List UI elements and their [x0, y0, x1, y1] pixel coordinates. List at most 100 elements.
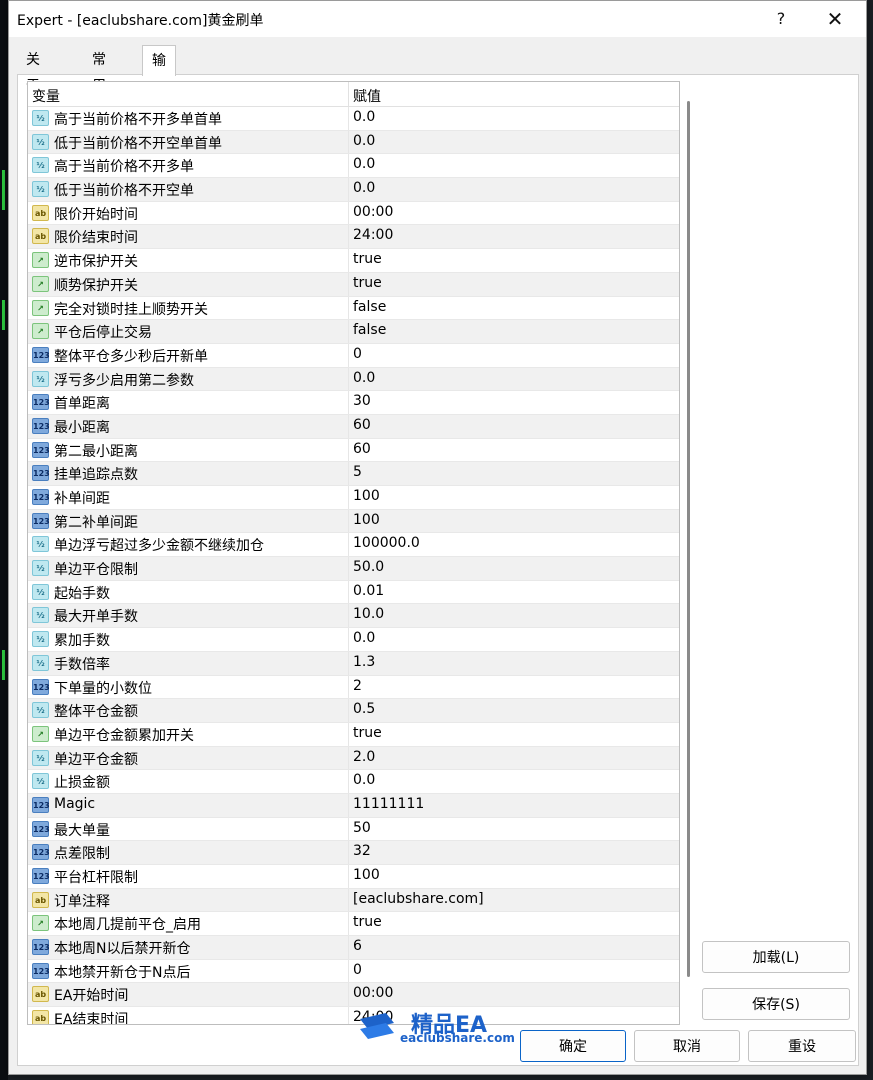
parameter-value[interactable]: 100	[353, 867, 380, 883]
parameter-value[interactable]: 2.0	[353, 749, 375, 765]
table-row[interactable]: ½ 单边平仓金额 2.0	[28, 746, 679, 771]
table-row[interactable]: ½ 整体平仓金额 0.5	[28, 699, 679, 723]
parameter-value[interactable]: 50.0	[353, 559, 384, 575]
table-row[interactable]: ↗ 顺势保护开关 true	[28, 272, 679, 297]
table-row[interactable]: ½ 浮亏多少启用第二参数 0.0	[28, 367, 679, 392]
parameter-value[interactable]: 100	[353, 512, 380, 528]
parameter-value[interactable]: 0.0	[353, 180, 375, 196]
tab-about[interactable]: 关于	[17, 47, 49, 94]
close-button[interactable]: ✕	[815, 5, 855, 33]
table-row[interactable]: 123 整体平仓多少秒后开新单 0	[28, 343, 679, 368]
parameter-value[interactable]: 6	[353, 938, 362, 954]
parameter-value[interactable]: 11111111	[353, 796, 424, 812]
header-variable[interactable]: 变量	[32, 86, 60, 106]
parameter-value[interactable]: 50	[353, 820, 371, 836]
parameter-value[interactable]: 0.0	[353, 109, 375, 125]
table-row[interactable]: ↗ 完全对锁时挂上顺势开关 false	[28, 296, 679, 321]
table-row[interactable]: abEA结束时间24:00	[28, 1007, 679, 1024]
header-value[interactable]: 赋值	[353, 86, 381, 106]
parameter-value[interactable]: 0.0	[353, 133, 375, 149]
parameter-value[interactable]: 0	[353, 962, 362, 978]
table-row[interactable]: ↗ 单边平仓金额累加开关 true	[28, 722, 679, 747]
table-row[interactable]: ½ 单边浮亏超过多少金额不继续加仓 100000.0	[28, 533, 679, 558]
table-row[interactable]: ↗ 本地周几提前平仓_启用 true	[28, 912, 679, 937]
table-row[interactable]: 123 挂单追踪点数 5	[28, 462, 679, 486]
parameter-value[interactable]: 100000.0	[353, 535, 420, 551]
type-double-icon: ½	[32, 133, 49, 150]
parameter-value[interactable]: true	[353, 251, 382, 267]
table-row[interactable]: 123 平台杠杆限制 100	[28, 865, 679, 889]
parameter-value[interactable]: 24:00	[353, 227, 393, 243]
parameter-value[interactable]: 00:00	[353, 985, 393, 1001]
type-double-icon: ½	[32, 181, 49, 198]
load-button[interactable]: 加载(L)	[702, 941, 850, 973]
table-row[interactable]: ½ 起始手数 0.01	[28, 580, 679, 605]
save-button[interactable]: 保存(S)	[702, 988, 850, 1020]
parameter-value[interactable]: 0.5	[353, 701, 375, 717]
cancel-button[interactable]: 取消	[634, 1030, 740, 1062]
vertical-scrollbar[interactable]	[687, 101, 690, 977]
parameter-value[interactable]: true	[353, 275, 382, 291]
parameter-value[interactable]: true	[353, 914, 382, 930]
table-row[interactable]: 123 首单距离 30	[28, 391, 679, 415]
cell-divider	[348, 107, 349, 130]
table-row[interactable]: ½ 低于当前价格不开空单首单 0.0	[28, 130, 679, 155]
help-button[interactable]: ?	[761, 5, 801, 33]
cell-divider	[348, 533, 349, 557]
parameter-name: 累加手数	[54, 633, 110, 650]
table-row[interactable]: ½ 最大开单手数 10.0	[28, 604, 679, 629]
parameter-value[interactable]: 32	[353, 843, 371, 859]
table-row[interactable]: 123 第二补单间距 100	[28, 509, 679, 534]
table-row[interactable]: 123 第二最小距离 60	[28, 438, 679, 463]
parameter-value[interactable]: 1.3	[353, 654, 375, 670]
table-row[interactable]: 123 最大单量 50	[28, 817, 679, 842]
parameter-value[interactable]: 2	[353, 678, 362, 694]
parameter-value[interactable]: [eaclubshare.com]	[353, 891, 484, 907]
parameter-value[interactable]: 5	[353, 464, 362, 480]
table-row[interactable]: ½ 累加手数 0.0	[28, 628, 679, 652]
parameter-value[interactable]: 10.0	[353, 606, 384, 622]
table-row[interactable]: 123 下单量的小数位 2	[28, 675, 679, 700]
table-row[interactable]: ½ 高于当前价格不开多单 0.0	[28, 154, 679, 179]
table-row[interactable]: 123 最小距离 60	[28, 414, 679, 439]
parameter-value[interactable]: false	[353, 322, 386, 338]
table-row[interactable]: ab 限价开始时间 00:00	[28, 201, 679, 226]
parameters-table: 变量 赋值 ½ 高于当前价格不开多单首单 0.0 ½ 低于当前价格不开空单首单 0.0 ½ 高…	[27, 81, 680, 1025]
table-row[interactable]: ab EA开始时间 00:00	[28, 983, 679, 1008]
table-row[interactable]: 123 补单间距 100	[28, 486, 679, 510]
cell-divider	[348, 225, 349, 249]
reset-button[interactable]: 重设	[748, 1030, 856, 1062]
table-row[interactable]: 123 本地周N以后禁开新仓 6	[28, 936, 679, 960]
table-row[interactable]: ab 限价结束时间 24:00	[28, 225, 679, 250]
table-row[interactable]: 123 本地禁开新仓于N点后 0	[28, 959, 679, 984]
parameter-value[interactable]: false	[353, 299, 386, 315]
parameter-value[interactable]: 0	[353, 346, 362, 362]
column-divider[interactable]	[348, 82, 349, 106]
parameter-value[interactable]: 100	[353, 488, 380, 504]
tab-inputs[interactable]: 输入参数	[142, 45, 176, 159]
parameter-value[interactable]: 60	[353, 417, 371, 433]
parameter-value[interactable]: true	[353, 725, 382, 741]
title-bar: Expert - [eaclubshare.com]黄金刷单 ? ✕	[9, 1, 866, 37]
table-row[interactable]: ½ 低于当前价格不开空单 0.0	[28, 178, 679, 202]
parameter-value[interactable]: 0.0	[353, 630, 375, 646]
table-body: ½ 高于当前价格不开多单首单 0.0 ½ 低于当前价格不开空单首单 0.0 ½ 高于当前价格不…	[28, 107, 679, 1024]
parameter-value[interactable]: 00:00	[353, 204, 393, 220]
tab-common[interactable]: 常用	[83, 47, 115, 94]
table-row[interactable]: ↗ 逆市保护开关 true	[28, 249, 679, 273]
parameter-value[interactable]: 0.0	[353, 772, 375, 788]
parameter-value[interactable]: 60	[353, 441, 371, 457]
parameter-value[interactable]: 30	[353, 393, 371, 409]
table-row[interactable]: ↗ 平仓后停止交易 false	[28, 320, 679, 344]
parameter-value[interactable]: 0.0	[353, 370, 375, 386]
table-row[interactable]: ½ 单边平仓限制 50.0	[28, 557, 679, 581]
parameter-value[interactable]: 0.0	[353, 156, 375, 172]
table-row[interactable]: ½ 手数倍率 1.3	[28, 651, 679, 676]
table-row[interactable]: ab 订单注释 [eaclubshare.com]	[28, 888, 679, 913]
parameter-name: 第二最小距离	[54, 443, 138, 460]
table-row[interactable]: 123 点差限制 32	[28, 841, 679, 865]
table-row[interactable]: ½ 高于当前价格不开多单首单 0.0	[28, 107, 679, 131]
table-row[interactable]: 123 Magic 11111111	[28, 793, 679, 818]
parameter-value[interactable]: 0.01	[353, 583, 384, 599]
table-row[interactable]: ½ 止损金额 0.0	[28, 770, 679, 794]
